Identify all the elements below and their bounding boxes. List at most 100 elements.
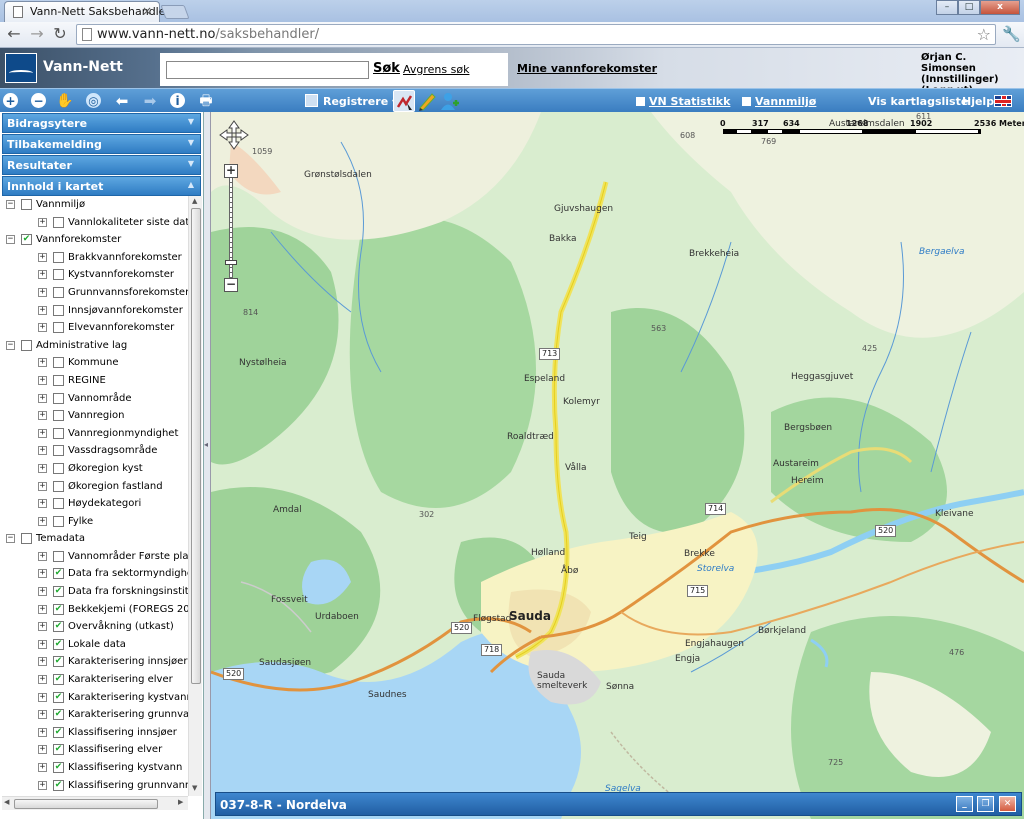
layer-item[interactable]: + Innsjøvannforekomster	[2, 302, 188, 320]
expand-icon[interactable]: +	[38, 287, 47, 297]
layer-item[interactable]: + ✔ Karakterisering innsjøer	[2, 653, 188, 671]
expand-icon[interactable]: +	[38, 428, 47, 438]
expand-icon[interactable]: +	[38, 463, 47, 473]
layer-checkbox[interactable]	[53, 462, 64, 474]
show-layer-list-link[interactable]: Vis kartlagsliste	[868, 95, 968, 108]
expand-icon[interactable]: +	[38, 393, 47, 403]
layer-item[interactable]: + Fylke	[2, 513, 188, 531]
expand-icon[interactable]: +	[38, 587, 47, 597]
window-maximize-button[interactable]: □	[958, 0, 980, 15]
layer-item[interactable]: + ✔ Bekkekjemi (FOREGS 2008	[2, 601, 188, 619]
expand-icon[interactable]: +	[38, 727, 47, 737]
expand-icon[interactable]: +	[38, 675, 47, 685]
forward-arrow-icon[interactable]: ➡	[141, 92, 159, 110]
zoom-in-icon[interactable]: +	[3, 93, 18, 108]
expand-icon[interactable]: +	[38, 569, 47, 579]
expand-icon[interactable]: +	[38, 639, 47, 649]
layer-item[interactable]: + ✔ Klassifisering grunnvann	[2, 777, 188, 795]
layer-checkbox[interactable]: ✔	[53, 568, 64, 580]
expand-icon[interactable]: +	[38, 323, 47, 333]
layer-checkbox[interactable]	[53, 304, 64, 316]
sidebar-vertical-scrollbar[interactable]: ▲ ▼	[188, 196, 202, 796]
layer-item[interactable]: + Vannregion	[2, 407, 188, 425]
layer-item[interactable]: + Grunnvannsforekomster	[2, 284, 188, 302]
edit-pencil-icon[interactable]	[416, 90, 438, 112]
sidebar-splitter[interactable]: ◂	[204, 112, 211, 819]
layer-checkbox[interactable]: ✔	[53, 674, 64, 686]
expand-icon[interactable]: +	[38, 270, 47, 280]
layer-checkbox[interactable]	[53, 550, 64, 562]
panel-restore-button[interactable]: ❐	[977, 796, 994, 812]
layer-checkbox[interactable]: ✔	[53, 586, 64, 598]
layer-checkbox[interactable]	[21, 199, 32, 210]
layer-item[interactable]: + ✔ Data fra forskningsinstitusj	[2, 583, 188, 601]
pan-control[interactable]	[219, 120, 249, 150]
expand-icon[interactable]: +	[38, 358, 47, 368]
search-input[interactable]	[166, 61, 369, 79]
layer-checkbox[interactable]: ✔	[53, 762, 64, 773]
section-feedback[interactable]: Tilbakemelding ▼	[2, 134, 201, 154]
section-map-contents[interactable]: Innhold i kartet ▲	[2, 176, 201, 196]
scroll-left-icon[interactable]: ◀	[4, 798, 9, 806]
layer-item[interactable]: + Elvevannforekomster	[2, 319, 188, 337]
map-zoom-out-button[interactable]: −	[224, 278, 238, 292]
pan-hand-icon[interactable]: ✋	[56, 92, 74, 110]
layer-checkbox[interactable]	[53, 410, 64, 422]
section-results[interactable]: Resultater ▼	[2, 155, 201, 175]
feature-info-panel[interactable]: 037-8-R - Nordelva _ ❐ ✕	[215, 792, 1022, 816]
layer-checkbox[interactable]: ✔	[21, 234, 32, 246]
print-icon[interactable]: 🖶	[197, 92, 215, 110]
expand-icon[interactable]: +	[38, 622, 47, 632]
map-view[interactable]: + − 0 317 634 1268 1902 2536 Meters Grøn…	[211, 112, 1024, 819]
layer-group[interactable]: − Vannmiljø	[2, 196, 188, 214]
register-dropdown[interactable]: Registrere ▼	[305, 94, 398, 108]
expand-icon[interactable]: +	[38, 481, 47, 491]
layer-item[interactable]: + ✔ Karakterisering kystvann	[2, 689, 188, 707]
sidebar-horizontal-scrollbar[interactable]: ◀ ▶	[2, 796, 188, 810]
wrench-icon[interactable]: 🔧	[1002, 25, 1021, 43]
section-contributors[interactable]: Bidragsytere ▼	[2, 113, 201, 133]
layer-checkbox[interactable]	[53, 286, 64, 298]
expand-icon[interactable]: +	[38, 499, 47, 509]
collapse-icon[interactable]: −	[6, 235, 15, 245]
layer-checkbox[interactable]	[53, 374, 64, 386]
layer-checkbox[interactable]	[53, 269, 64, 281]
expand-icon[interactable]: +	[38, 710, 47, 720]
expand-icon[interactable]: +	[38, 446, 47, 456]
layer-item[interactable]: + Kommune	[2, 354, 188, 372]
layer-checkbox[interactable]	[53, 322, 64, 334]
vann-nett-logo[interactable]	[5, 53, 37, 83]
layer-item[interactable]: + Vannregionmyndighet	[2, 425, 188, 443]
layer-checkbox[interactable]: ✔	[53, 656, 64, 668]
expand-icon[interactable]: +	[38, 252, 47, 262]
zoom-handle[interactable]	[225, 260, 237, 265]
layer-item[interactable]: + ✔ Klassifisering innsjøer	[2, 724, 188, 742]
layer-checkbox[interactable]: ✔	[53, 709, 64, 721]
layer-checkbox[interactable]	[53, 480, 64, 492]
layer-checkbox[interactable]: ✔	[53, 638, 64, 650]
expand-icon[interactable]: +	[38, 657, 47, 667]
expand-icon[interactable]: +	[38, 763, 47, 772]
layer-checkbox[interactable]	[53, 357, 64, 369]
scrollbar-thumb[interactable]	[14, 799, 158, 809]
expand-icon[interactable]: +	[38, 411, 47, 421]
scroll-right-icon[interactable]: ▶	[178, 798, 183, 806]
expand-icon[interactable]: +	[38, 692, 47, 702]
layer-item[interactable]: + ✔ Karakterisering elver	[2, 671, 188, 689]
layer-item[interactable]: + ✔ Karakterisering grunnvann	[2, 706, 188, 724]
layer-item[interactable]: + ✔ Klassifisering elver	[2, 741, 188, 759]
layer-checkbox[interactable]	[21, 339, 32, 351]
layer-item[interactable]: + Vassdragsområde	[2, 442, 188, 460]
layer-checkbox[interactable]: ✔	[53, 621, 64, 633]
layer-item[interactable]: + ✔ Overvåkning (utkast)	[2, 618, 188, 636]
layer-item[interactable]: + Brakkvannforekomster	[2, 249, 188, 267]
panel-close-button[interactable]: ✕	[999, 796, 1016, 812]
address-url[interactable]: www.vann-nett.no/saksbehandler/	[97, 27, 319, 42]
collapse-icon[interactable]: −	[6, 534, 15, 544]
layer-checkbox[interactable]: ✔	[53, 744, 64, 756]
layer-item[interactable]: + REGINE	[2, 372, 188, 390]
zoom-slider[interactable]: + −	[224, 164, 238, 292]
info-icon[interactable]: i	[170, 93, 185, 108]
panel-minimize-button[interactable]: _	[956, 796, 973, 812]
back-arrow-icon[interactable]: ←	[4, 25, 24, 43]
